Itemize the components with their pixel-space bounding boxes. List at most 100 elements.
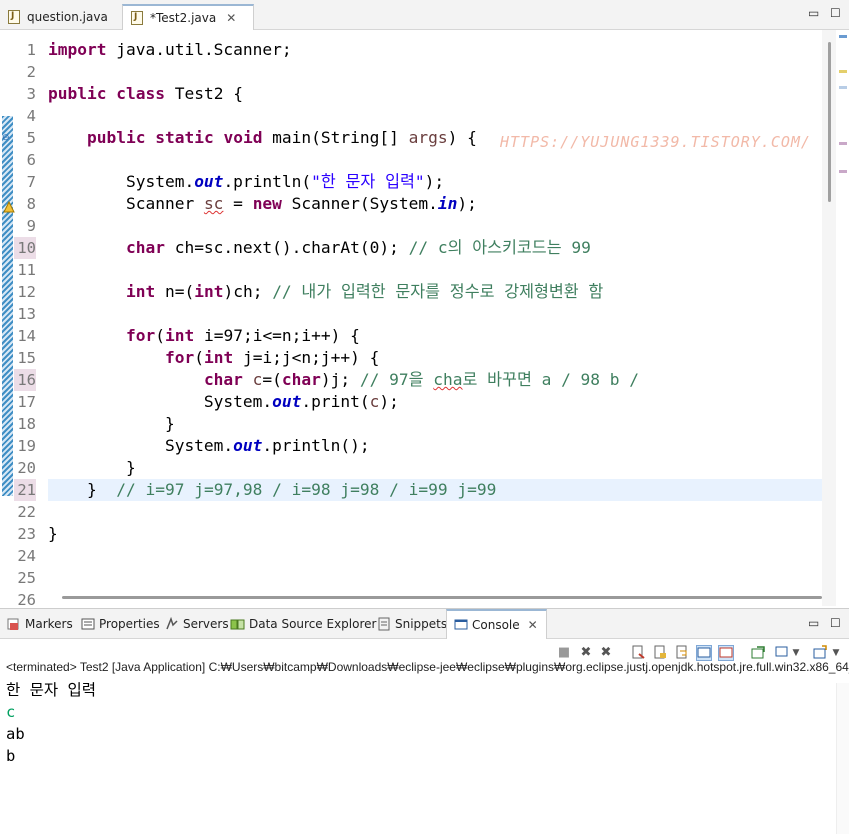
code-line[interactable]: System.out.println(); <box>48 435 370 457</box>
minimize-icon[interactable]: ▭ <box>808 7 819 19</box>
tab-properties[interactable]: Properties <box>80 609 160 639</box>
fold-toggle-icon[interactable]: ⊖ <box>2 133 12 143</box>
snippets-icon <box>376 617 391 631</box>
line-number[interactable]: 12 <box>14 281 36 303</box>
show-on-stderr-icon[interactable] <box>718 645 734 661</box>
tab-console[interactable]: Console ✕ <box>446 609 547 639</box>
line-number[interactable]: 14 <box>14 325 36 347</box>
line-number[interactable]: 22 <box>14 501 36 523</box>
overview-mark[interactable] <box>839 86 847 89</box>
pin-console-icon[interactable] <box>750 645 766 661</box>
line-number[interactable]: 25 <box>14 567 36 589</box>
code-line[interactable]: char ch=sc.next().charAt(0); // c의 아스키코드… <box>48 237 591 259</box>
line-number[interactable]: 20 <box>14 457 36 479</box>
code-line[interactable]: public static void main(String[] args) { <box>48 127 477 149</box>
tab-markers[interactable]: Markers <box>6 609 73 639</box>
line-number[interactable]: 4 <box>14 105 36 127</box>
warning-icon[interactable] <box>3 198 15 213</box>
code-token: int <box>194 282 224 301</box>
line-number[interactable]: 8 <box>14 193 36 215</box>
code-token: sc <box>203 194 224 213</box>
code-line[interactable]: char c=(char)j; // 97을 cha로 바꾸면 a / 98 b… <box>48 369 639 391</box>
word-wrap-icon[interactable] <box>674 645 690 661</box>
editor-tab-test2-java[interactable]: J *Test2.java ✕ <box>122 4 254 30</box>
overview-mark[interactable] <box>839 170 847 173</box>
line-number[interactable]: 23 <box>14 523 36 545</box>
maximize-icon[interactable]: ☐ <box>830 617 841 629</box>
code-token: System. <box>48 392 273 411</box>
code-token: char <box>281 370 321 389</box>
code-line[interactable]: import java.util.Scanner; <box>48 39 292 61</box>
overview-mark[interactable] <box>839 70 847 73</box>
code-line[interactable]: System.out.print(c); <box>48 391 399 413</box>
line-number[interactable]: 2 <box>14 61 36 83</box>
console-status-line: <terminated> Test2 [Java Application] C:… <box>6 660 849 674</box>
code-editor[interactable]: 1 import java.util.Scanner; 2 3 public class… <box>0 30 849 606</box>
chevron-down-icon[interactable]: ▼ <box>828 645 844 661</box>
remove-all-terminated-icon[interactable]: ✖ <box>598 645 614 661</box>
line-number[interactable]: 5 <box>14 127 36 149</box>
line-number[interactable]: 26 <box>14 589 36 606</box>
overview-mark[interactable] <box>839 35 847 38</box>
line-number[interactable]: 24 <box>14 545 36 567</box>
close-icon[interactable]: ✕ <box>226 11 236 25</box>
horizontal-scroll-thumb[interactable] <box>62 596 822 599</box>
line-number[interactable]: 18 <box>14 413 36 435</box>
tab-snippets[interactable]: Snippets <box>376 609 447 639</box>
code-token: System. <box>48 172 195 191</box>
line-number[interactable]: 1 <box>14 39 36 61</box>
terminate-icon[interactable]: ■ <box>556 645 572 661</box>
line-number[interactable]: 7 <box>14 171 36 193</box>
line-number[interactable]: 6 <box>14 149 36 171</box>
code-token: char <box>125 238 165 257</box>
scroll-lock-icon[interactable] <box>652 645 668 661</box>
open-console-icon[interactable] <box>812 645 828 661</box>
console-scrollbar[interactable] <box>836 683 849 834</box>
line-number[interactable]: 10 <box>14 237 36 259</box>
line-number[interactable]: 3 <box>14 83 36 105</box>
minimize-icon[interactable]: ▭ <box>808 617 819 629</box>
code-line[interactable]: } <box>48 523 58 545</box>
code-line[interactable]: int n=(int)ch; // 내가 입력한 문자를 정수로 강제형변환 함 <box>48 281 603 303</box>
tab-data-source-explorer[interactable]: Data Source Explorer <box>230 609 376 639</box>
line-number[interactable]: 16 <box>14 369 36 391</box>
line-number[interactable]: 9 <box>14 215 36 237</box>
console-output[interactable]: 한 문자 입력 c ab b <box>6 679 96 767</box>
code-line[interactable]: for(int j=i;j<n;j++) { <box>48 347 379 369</box>
editor-tab-question-java[interactable]: J question.java <box>0 4 120 30</box>
code-line[interactable]: } <box>48 457 136 479</box>
code-line[interactable]: } <box>48 413 175 435</box>
line-number[interactable]: 17 <box>14 391 36 413</box>
code-token: static <box>155 128 214 147</box>
line-number[interactable]: 13 <box>14 303 36 325</box>
code-token: out <box>194 172 224 191</box>
remove-launch-icon[interactable]: ✖ <box>578 645 594 661</box>
code-token: } <box>48 414 175 433</box>
console-panel: Markers Properties Servers Data Source E… <box>0 608 849 834</box>
code-line[interactable]: Scanner sc = new Scanner(System.in); <box>48 193 477 215</box>
code-line[interactable]: } // i=97 j=97,98 / i=98 j=98 / i=99 j=9… <box>48 479 496 501</box>
editor-tab-bar: J question.java J *Test2.java ✕ ▭ ☐ <box>0 0 849 30</box>
line-number[interactable]: 11 <box>14 259 36 281</box>
close-icon[interactable]: ✕ <box>528 618 538 632</box>
code-token: ( <box>155 326 165 345</box>
vertical-scroll-thumb[interactable] <box>828 42 831 202</box>
line-number[interactable]: 21 <box>14 479 36 501</box>
maximize-icon[interactable]: ☐ <box>830 7 841 19</box>
code-line[interactable]: for(int i=97;i<=n;i++) { <box>48 325 360 347</box>
code-line[interactable]: public class Test2 { <box>48 83 243 105</box>
line-number[interactable]: 15 <box>14 347 36 369</box>
code-line[interactable]: System.out.println("한 문자 입력"); <box>48 171 444 193</box>
overview-mark[interactable] <box>839 142 847 145</box>
line-number[interactable]: 19 <box>14 435 36 457</box>
chevron-down-icon[interactable]: ▼ <box>788 645 804 661</box>
show-on-stdout-icon[interactable] <box>696 645 712 661</box>
code-token: main(String[] <box>262 128 409 147</box>
data-source-icon <box>230 617 245 631</box>
tab-servers[interactable]: Servers <box>164 609 229 639</box>
code-token: .println(); <box>262 436 370 455</box>
clear-console-icon[interactable] <box>630 645 646 661</box>
